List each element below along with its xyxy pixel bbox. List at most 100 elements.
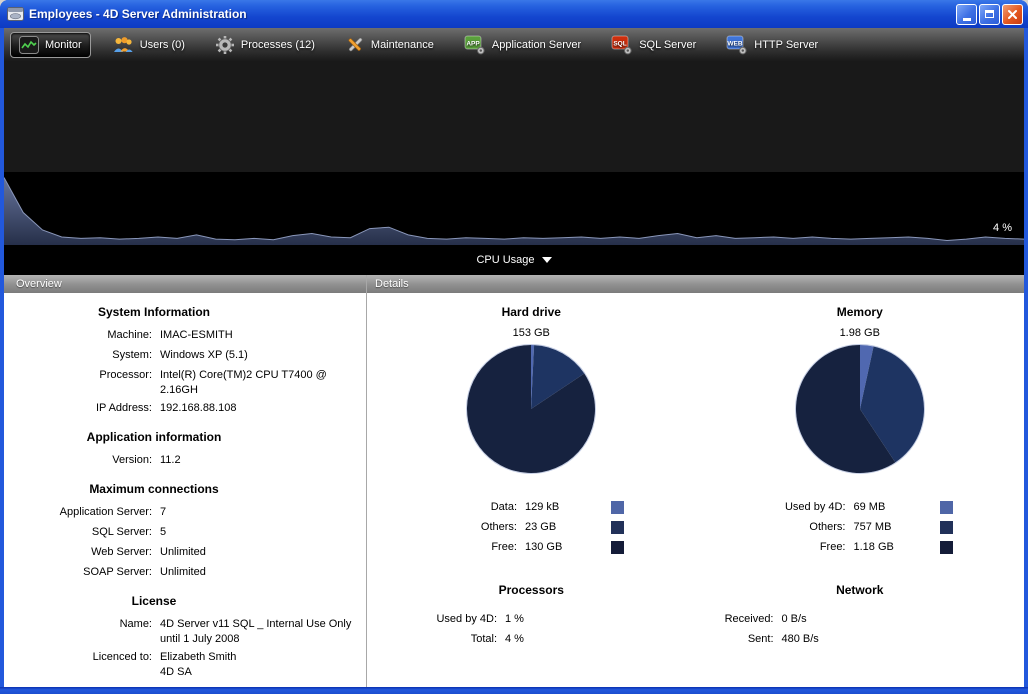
info-value: Intel(R) Core(TM)2 CPU T7400 @ 2.16GH [160,365,360,398]
tab-maintenance[interactable]: Maintenance [336,31,443,59]
tab-label: Monitor [45,39,82,51]
info-label: Version: [4,450,160,470]
info-row-processor: Processor:Intel(R) Core(TM)2 CPU T7400 @… [4,365,366,398]
app-icon [7,7,24,22]
tab-label: HTTP Server [754,39,818,51]
info-label: Application Server: [4,502,160,522]
stat-label: Sent: [696,633,782,645]
legend-swatch [611,501,624,514]
legend-label: Others: [367,521,525,533]
info-value: Unlimited [160,542,206,562]
network-rows: Received:0 B/sSent:480 B/s [696,609,1025,649]
monitor-chart-icon [19,36,39,54]
stat-label: Received: [696,613,782,625]
hard-drive-column: Hard drive 153 GB Data:129 kBOthers:23 G… [367,305,696,649]
cpu-history-chart [4,172,1024,245]
memory-total: 1.98 GB [696,327,1025,339]
stat-row-sent: Sent:480 B/s [696,629,1025,649]
details-panel: Details Hard drive 153 GB Data:129 kBOth… [367,275,1024,687]
overview-panel-header: Overview [4,275,366,293]
processors-stats: Processors Used by 4D:1 %Total:4 % [367,583,696,649]
tab-sql-server[interactable]: SQL SQL Server [602,31,705,59]
info-label: Licenced to: [4,647,160,680]
stat-row-received: Received:0 B/s [696,609,1025,629]
info-label: SQL Server: [4,522,160,542]
info-row-machine: Machine:IMAC-ESMITH [4,325,366,345]
window-title: Employees - 4D Server Administration [29,7,956,21]
details-panel-body: Hard drive 153 GB Data:129 kBOthers:23 G… [367,293,1024,687]
legend-swatch [940,501,953,514]
network-stats: Network Received:0 B/sSent:480 B/s [696,583,1025,649]
titlebar[interactable]: Employees - 4D Server Administration [0,0,1028,28]
network-title: Network [696,583,1025,597]
overview-panel-body: System Information Machine:IMAC-ESMITHSys… [4,293,366,687]
stat-label: Used by 4D: [367,613,505,625]
legend-value: 129 kB [525,501,603,513]
tab-http-server[interactable]: WEB HTTP Server [717,31,827,59]
processors-title: Processors [367,583,696,597]
legend-swatch [611,541,624,554]
sql-server-icon: SQL [611,35,633,55]
processors-rows: Used by 4D:1 %Total:4 % [367,609,696,649]
http-server-icon: WEB [726,35,748,55]
info-value: 4D Server v11 SQL _ Internal Use Only un… [160,614,351,647]
cpu-current-value: 4 % [993,222,1012,234]
window-bottom-border [0,687,1028,694]
legend-value: 1.18 GB [854,541,932,553]
legend-row-data: Data:129 kB [367,497,696,517]
section-heading-license: License [4,594,304,608]
tab-label: Users (0) [140,39,185,51]
legend-value: 757 MB [854,521,932,533]
svg-text:APP: APP [466,40,480,47]
toolbar: Monitor Users (0) Processes (12) Maintenanc… [4,28,1024,61]
stat-value: 4 % [505,633,524,645]
info-label: Web Server: [4,542,160,562]
legend-swatch [940,541,953,554]
info-value: IMAC-ESMITH [160,325,233,345]
info-label: System: [4,345,160,365]
tab-label: SQL Server [639,39,696,51]
legend-value: 23 GB [525,521,603,533]
graph-type-selector[interactable]: CPU Usage [4,245,1024,275]
legend-row-free: Free:130 GB [367,537,696,557]
info-value: 7 [160,502,166,522]
info-label: Machine: [4,325,160,345]
info-row-version: Version:11.2 [4,450,366,470]
section-heading-system-information: System Information [4,305,304,319]
info-label: Processor: [4,365,160,398]
tab-users-0[interactable]: Users (0) [103,32,194,58]
overview-panel: Overview System Information Machine:IMAC-… [4,275,366,687]
tools-icon [345,35,365,55]
tab-processes-12[interactable]: Processes (12) [206,31,324,59]
close-button[interactable] [1002,4,1023,25]
panels: Overview System Information Machine:IMAC-… [4,275,1024,687]
window-body: Monitor Users (0) Processes (12) Maintenanc… [4,28,1024,687]
gear-icon [215,35,235,55]
tab-monitor[interactable]: Monitor [10,32,91,58]
memory-legend: Used by 4D:69 MBOthers:757 MBFree:1.18 G… [696,497,1025,557]
section-heading-application-information: Application information [4,430,304,444]
tab-application-server[interactable]: APP Application Server [455,31,590,59]
legend-row-others: Others:23 GB [367,517,696,537]
svg-text:SQL: SQL [614,40,627,47]
app-window: Employees - 4D Server Administration Mon… [0,0,1028,694]
legend-row-used-by-4d: Used by 4D:69 MB [696,497,1025,517]
info-value: Windows XP (5.1) [160,345,248,365]
info-value: 5 [160,522,166,542]
tab-label: Maintenance [371,39,434,51]
stat-value: 0 B/s [782,613,807,625]
legend-swatch [940,521,953,534]
legend-value: 130 GB [525,541,603,553]
info-row-ip-address: IP Address:192.168.88.108 [4,398,366,418]
graph-upper-area [4,61,1024,172]
maximize-button[interactable] [979,4,1000,25]
memory-pie [794,343,926,475]
legend-row-free: Free:1.18 GB [696,537,1025,557]
app-server-icon: APP [464,35,486,55]
maximize-icon [985,10,994,18]
cpu-graph-area: 4 % [4,172,1024,245]
hard-drive-pie [465,343,597,475]
stat-value: 480 B/s [782,633,819,645]
minimize-button[interactable] [956,4,977,25]
tab-label: Application Server [492,39,581,51]
